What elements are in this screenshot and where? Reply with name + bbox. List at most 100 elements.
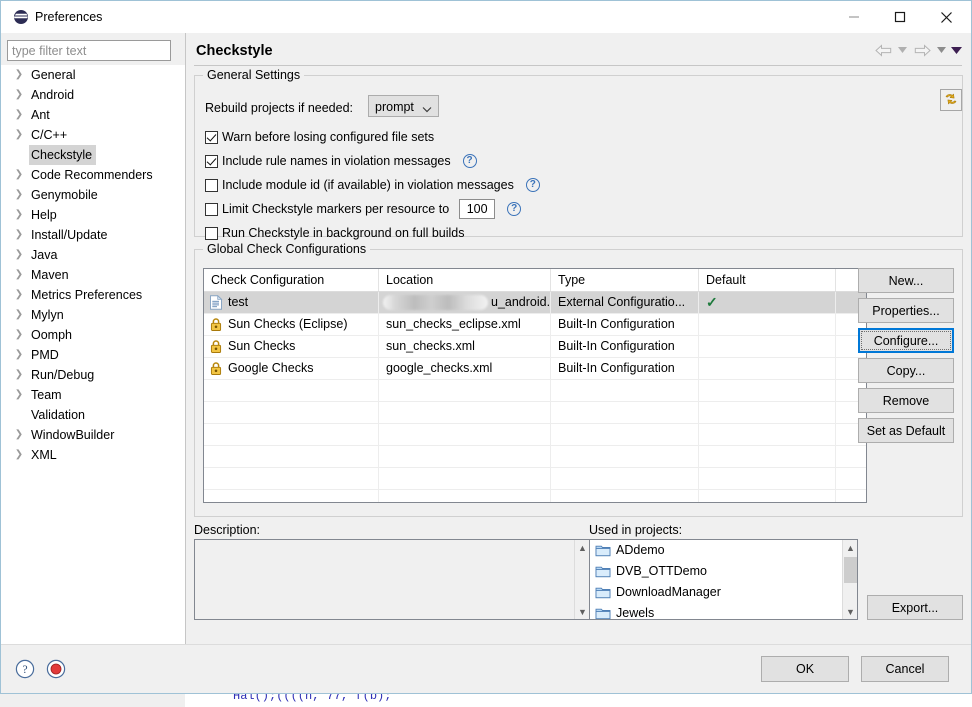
copy-button[interactable]: Copy... bbox=[858, 358, 954, 383]
minimize-button[interactable] bbox=[831, 1, 877, 33]
configure-button[interactable]: Configure... bbox=[858, 328, 954, 353]
chevron-right-icon[interactable]: ❯ bbox=[13, 125, 25, 145]
used-in-projects-list[interactable]: ADdemo DVB_OTTDemo DownloadManager Jewels ▲… bbox=[589, 539, 858, 620]
sidebar-item-metrics-preferences[interactable]: ❯ Metrics Preferences bbox=[1, 285, 185, 305]
chevron-right-icon[interactable]: ❯ bbox=[13, 285, 25, 305]
filter-input[interactable] bbox=[7, 40, 171, 61]
warn-before-losing-filesets-row[interactable]: Warn before losing configured file sets bbox=[205, 128, 434, 146]
scroll-up-icon[interactable]: ▲ bbox=[575, 540, 590, 555]
ok-button[interactable]: OK bbox=[761, 656, 849, 682]
column-header-check-configuration[interactable]: Check Configuration bbox=[204, 269, 379, 291]
export-button[interactable]: Export... bbox=[867, 595, 963, 620]
chevron-right-icon[interactable]: ❯ bbox=[13, 225, 25, 245]
chevron-right-icon[interactable]: ❯ bbox=[13, 445, 25, 465]
back-arrow-icon[interactable] bbox=[872, 39, 894, 61]
remove-button[interactable]: Remove bbox=[858, 388, 954, 413]
sidebar-item-validation[interactable]: Validation bbox=[1, 405, 185, 425]
include-rule-names-checkbox[interactable] bbox=[205, 154, 218, 168]
include-module-id-help-icon[interactable]: ? bbox=[525, 178, 540, 192]
chevron-right-icon[interactable]: ❯ bbox=[13, 85, 25, 105]
chevron-right-icon[interactable]: ❯ bbox=[13, 345, 25, 365]
chevron-right-icon[interactable]: ❯ bbox=[13, 245, 25, 265]
properties-button[interactable]: Properties... bbox=[858, 298, 954, 323]
list-item[interactable]: DownloadManager bbox=[590, 582, 857, 603]
table-body[interactable]: test u_android... External Configuratio...… bbox=[204, 292, 866, 502]
list-item[interactable]: DVB_OTTDemo bbox=[590, 561, 857, 582]
column-header-location[interactable]: Location bbox=[379, 269, 551, 291]
sidebar-item-android[interactable]: ❯ Android bbox=[1, 85, 185, 105]
sidebar-item-ant[interactable]: ❯ Ant bbox=[1, 105, 185, 125]
run-in-background-row[interactable]: Run Checkstyle in background on full bui… bbox=[205, 224, 465, 242]
chevron-right-icon[interactable]: ❯ bbox=[13, 185, 25, 205]
scroll-down-icon[interactable]: ▼ bbox=[843, 604, 857, 619]
include-rule-names-row[interactable]: Include rule names in violation messages… bbox=[205, 152, 477, 170]
chevron-right-icon[interactable]: ❯ bbox=[13, 205, 25, 225]
scroll-thumb[interactable] bbox=[844, 557, 857, 583]
help-question-icon[interactable]: ? bbox=[15, 659, 35, 679]
sidebar-item-general[interactable]: ❯ General bbox=[1, 65, 185, 85]
include-module-id-checkbox[interactable] bbox=[205, 178, 218, 192]
project-items[interactable]: ADdemo DVB_OTTDemo DownloadManager Jewels bbox=[590, 540, 857, 619]
chevron-right-icon[interactable]: ❯ bbox=[13, 105, 25, 125]
list-item[interactable]: ADdemo bbox=[590, 540, 857, 561]
include-rule-names-help-icon[interactable]: ? bbox=[462, 154, 477, 168]
table-row-empty[interactable] bbox=[204, 490, 866, 502]
chevron-right-icon[interactable]: ❯ bbox=[13, 305, 25, 325]
limit-markers-input[interactable] bbox=[459, 199, 496, 219]
sidebar-item-code-recommenders[interactable]: ❯ Code Recommenders bbox=[1, 165, 185, 185]
table-row-empty[interactable] bbox=[204, 468, 866, 490]
table-row-empty[interactable] bbox=[204, 424, 866, 446]
table-row-empty[interactable] bbox=[204, 380, 866, 402]
sidebar-item-genymobile[interactable]: ❯ Genymobile bbox=[1, 185, 185, 205]
scroll-up-icon[interactable]: ▲ bbox=[843, 540, 857, 555]
chevron-right-icon[interactable]: ❯ bbox=[13, 425, 25, 445]
sidebar-item-team[interactable]: ❯ Team bbox=[1, 385, 185, 405]
table-row-empty[interactable] bbox=[204, 402, 866, 424]
table-row[interactable]: Sun Checks sun_checks.xml Built-In Configu… bbox=[204, 336, 866, 358]
chevron-right-icon[interactable]: ❯ bbox=[13, 325, 25, 345]
sidebar-item-checkstyle[interactable]: Checkstyle bbox=[1, 145, 185, 165]
chevron-right-icon[interactable]: ❯ bbox=[13, 65, 25, 85]
chevron-right-icon[interactable]: ❯ bbox=[13, 265, 25, 285]
table-row[interactable]: Sun Checks (Eclipse) sun_checks_eclipse.x… bbox=[204, 314, 866, 336]
cancel-button[interactable]: Cancel bbox=[861, 656, 949, 682]
limit-markers-row[interactable]: Limit Checkstyle markers per resource to… bbox=[205, 199, 522, 219]
chevron-right-icon[interactable]: ❯ bbox=[13, 165, 25, 185]
forward-arrow-icon[interactable] bbox=[911, 39, 933, 61]
include-module-id-row[interactable]: Include module id (if available) in viol… bbox=[205, 176, 540, 194]
forward-menu-chevron-down-icon[interactable] bbox=[935, 39, 948, 61]
table-row[interactable]: test u_android... External Configuratio...… bbox=[204, 292, 866, 314]
sidebar-item-pmd[interactable]: ❯ PMD bbox=[1, 345, 185, 365]
limit-markers-checkbox[interactable] bbox=[205, 202, 218, 216]
sidebar-item-java[interactable]: ❯ Java bbox=[1, 245, 185, 265]
limit-markers-help-icon[interactable]: ? bbox=[507, 202, 522, 216]
column-header-type[interactable]: Type bbox=[551, 269, 699, 291]
check-configurations-table[interactable]: Check Configuration Location Type Default t… bbox=[203, 268, 867, 503]
sidebar-item-mylyn[interactable]: ❯ Mylyn bbox=[1, 305, 185, 325]
set-as-default-button[interactable]: Set as Default bbox=[858, 418, 954, 443]
maximize-button[interactable] bbox=[877, 1, 923, 33]
new-button[interactable]: New... bbox=[858, 268, 954, 293]
table-row[interactable]: Google Checks google_checks.xml Built-In C… bbox=[204, 358, 866, 380]
projects-scrollbar[interactable]: ▲ ▼ bbox=[842, 540, 857, 619]
preferences-tree[interactable]: ❯ General ❯ Android ❯ Ant ❯ C/C++ Checkstyle ❯ Cod… bbox=[1, 65, 185, 645]
description-scrollbar[interactable]: ▲ ▼ bbox=[574, 540, 589, 619]
sidebar-item-install-update[interactable]: ❯ Install/Update bbox=[1, 225, 185, 245]
scroll-down-icon[interactable]: ▼ bbox=[575, 604, 590, 619]
table-row-empty[interactable] bbox=[204, 446, 866, 468]
sidebar-item-xml[interactable]: ❯ XML bbox=[1, 445, 185, 465]
warn-before-losing-filesets-checkbox[interactable] bbox=[205, 130, 218, 144]
run-in-background-checkbox[interactable] bbox=[205, 226, 218, 240]
description-textarea[interactable]: ▲ ▼ bbox=[194, 539, 590, 620]
record-stop-icon[interactable] bbox=[46, 659, 66, 679]
sidebar-item-windowbuilder[interactable]: ❯ WindowBuilder bbox=[1, 425, 185, 445]
sidebar-item-c-c[interactable]: ❯ C/C++ bbox=[1, 125, 185, 145]
sidebar-item-oomph[interactable]: ❯ Oomph bbox=[1, 325, 185, 345]
sidebar-item-maven[interactable]: ❯ Maven bbox=[1, 265, 185, 285]
sidebar-item-help[interactable]: ❯ Help bbox=[1, 205, 185, 225]
sidebar-item-run-debug[interactable]: ❯ Run/Debug bbox=[1, 365, 185, 385]
chevron-right-icon[interactable]: ❯ bbox=[13, 385, 25, 405]
back-menu-chevron-down-icon[interactable] bbox=[896, 39, 909, 61]
column-header-default[interactable]: Default bbox=[699, 269, 836, 291]
chevron-right-icon[interactable]: ❯ bbox=[13, 365, 25, 385]
